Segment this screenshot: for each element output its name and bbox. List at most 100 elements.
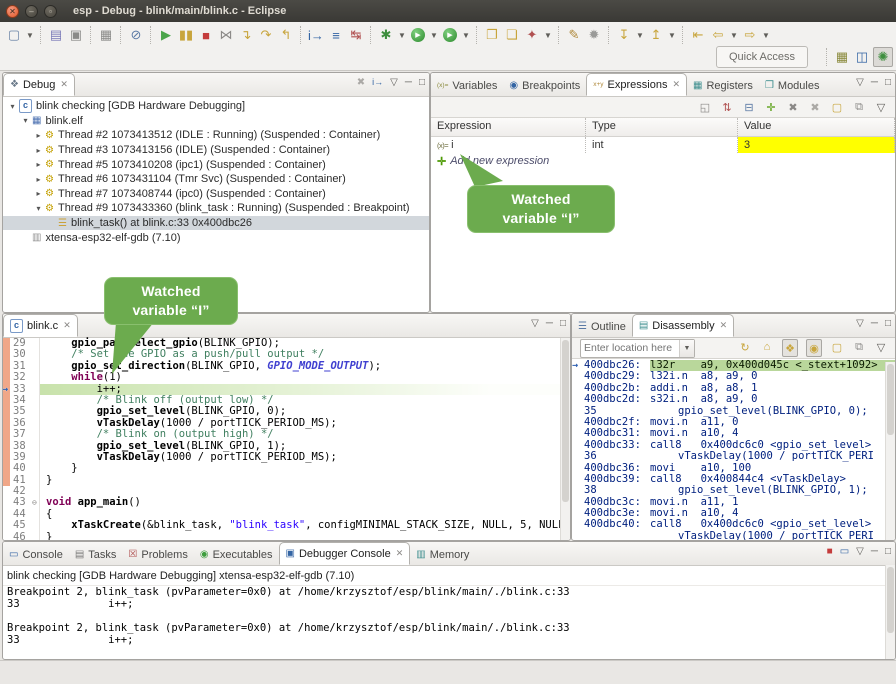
terminate-icon[interactable]: ■ xyxy=(197,26,215,44)
disassembly-scrollbar[interactable] xyxy=(885,362,895,540)
pin-view-icon[interactable]: ⧉ xyxy=(852,99,866,115)
back-dropdown-icon[interactable]: ▼ xyxy=(729,26,739,44)
forward-dropdown-icon[interactable]: ▼ xyxy=(761,26,771,44)
search-icon[interactable]: ✦ xyxy=(523,26,541,44)
step-into-icon[interactable]: ↴ xyxy=(237,26,255,44)
instruction-stepping-toggle-icon[interactable]: i→ xyxy=(372,77,383,88)
annotations-icon[interactable]: ✹ xyxy=(585,26,603,44)
run-dropdown-icon[interactable]: ▼ xyxy=(429,26,439,44)
line-number[interactable]: 40 xyxy=(10,463,40,474)
minimize-view-icon[interactable]: ─ xyxy=(546,318,553,329)
minimize-view-icon[interactable]: ─ xyxy=(405,77,412,88)
maximize-window-icon[interactable]: ▫ xyxy=(44,5,57,18)
code-line[interactable]: 39 vTaskDelay(1000 / portTICK_PERIOD_MS)… xyxy=(3,452,570,463)
back-icon[interactable]: ⇦ xyxy=(709,26,727,44)
location-input[interactable] xyxy=(581,342,679,354)
new-view-icon[interactable]: ▢ xyxy=(830,339,844,355)
location-dropdown-icon[interactable]: ▼ xyxy=(679,340,694,357)
external-tools-dropdown-icon[interactable]: ▼ xyxy=(461,26,471,44)
console-tab-memory[interactable]: ▥Memory xyxy=(410,544,475,565)
expressions-tab-variables[interactable]: (x)=Variables xyxy=(431,75,503,96)
debug-tree-item[interactable]: ▸⚙Thread #7 1073408744 (ipc0) (Suspended… xyxy=(3,187,429,202)
tree-expander-icon[interactable]: ▾ xyxy=(33,204,44,213)
maximize-view-icon[interactable]: □ xyxy=(560,318,566,329)
expressions-tab-modules[interactable]: ❒Modules xyxy=(759,75,826,96)
refresh-icon[interactable]: ↻ xyxy=(738,339,752,355)
code-line[interactable]: 45 xTaskCreate(&blink_task, "blink_task"… xyxy=(3,520,570,531)
minimize-view-icon[interactable]: ─ xyxy=(871,77,878,88)
disassembly-source-line[interactable]: vTaskDelay(1000 / portTICK_PERI xyxy=(572,531,895,541)
view-menu-icon[interactable]: ▽ xyxy=(856,318,864,329)
view-menu-icon[interactable]: ▽ xyxy=(390,77,398,88)
terminate-console-icon[interactable]: ■ xyxy=(827,546,833,557)
forward-icon[interactable]: ⇨ xyxy=(741,26,759,44)
maximize-view-icon[interactable]: □ xyxy=(885,318,891,329)
console-tab-debugger-console[interactable]: ▣Debugger Console✕ xyxy=(279,542,411,565)
line-number[interactable]: 45 xyxy=(10,520,40,531)
instruction-stepping-icon[interactable]: i→ xyxy=(307,26,325,44)
disassembly-line[interactable]: 400dbc2d:s32i.n a8, a9, 0 xyxy=(572,394,895,405)
disassembly-source-line[interactable]: 36vTaskDelay(1000 / portTICK_PERI xyxy=(572,451,895,462)
pin-view-icon[interactable]: ⧉ xyxy=(852,339,866,355)
view-menu-icon[interactable]: ▽ xyxy=(874,339,888,355)
expressions-tab-registers[interactable]: ▦Registers xyxy=(687,75,759,96)
save-icon[interactable]: ▤ xyxy=(47,26,65,44)
code-line[interactable]: 46} xyxy=(3,532,570,541)
remove-expression-icon[interactable]: ✖ xyxy=(786,99,800,115)
debug-tree-item[interactable]: ▥xtensa-esp32-elf-gdb (7.10) xyxy=(3,230,429,245)
disassembly-tab-outline[interactable]: ☰Outline xyxy=(572,316,632,337)
line-number[interactable]: 46 xyxy=(10,532,40,541)
line-number[interactable]: 37 xyxy=(10,429,40,440)
debug-tree-item[interactable]: ▸⚙Thread #3 1073413156 (IDLE) (Suspended… xyxy=(3,143,429,158)
code-line[interactable]: 43 ⊖void app_main() xyxy=(3,497,570,508)
console-scrollbar[interactable] xyxy=(885,565,895,659)
maximize-view-icon[interactable]: □ xyxy=(419,77,425,88)
resume-icon[interactable]: ▶ xyxy=(157,26,175,44)
tree-expander-icon[interactable]: ▸ xyxy=(33,146,44,155)
quick-access-button[interactable]: Quick Access xyxy=(716,46,808,68)
column-value[interactable]: Value xyxy=(738,118,895,136)
tree-expander-icon[interactable]: ▾ xyxy=(20,116,31,125)
debug-tree-item[interactable]: ▾▦blink.elf xyxy=(3,114,429,129)
instruction-pointer-icon[interactable]: → xyxy=(2,384,8,395)
next-annotation-dropdown-icon[interactable]: ▼ xyxy=(635,26,645,44)
view-menu-icon[interactable]: ▽ xyxy=(856,546,864,557)
close-tab-icon[interactable]: ✕ xyxy=(672,79,680,90)
debug-tree-item[interactable]: ▸⚙Thread #6 1073431104 (Tmr Svc) (Suspen… xyxy=(3,172,429,187)
code-line[interactable]: 40 } xyxy=(3,463,570,474)
tree-expander-icon[interactable]: ▸ xyxy=(33,175,44,184)
expressions-tab-breakpoints[interactable]: ◉Breakpoints xyxy=(503,75,586,96)
view-menu-icon[interactable]: ▽ xyxy=(874,99,888,115)
disassembly-source-line[interactable]: 38gpio_set_level(BLINK_GPIO, 1); xyxy=(572,485,895,496)
line-number[interactable]: 32 xyxy=(10,372,40,383)
maximize-view-icon[interactable]: □ xyxy=(885,546,891,557)
debug-tab-debug[interactable]: ❖Debug✕ xyxy=(3,73,75,96)
step-return-icon[interactable]: ↰ xyxy=(277,26,295,44)
maximize-view-icon[interactable]: □ xyxy=(885,77,891,88)
debug-tree-item[interactable]: ▸⚙Thread #2 1073413512 (IDLE : Running) … xyxy=(3,128,429,143)
column-expression[interactable]: Expression xyxy=(431,118,586,136)
external-tools-icon[interactable]: ▶ xyxy=(441,26,459,44)
collapse-all-icon[interactable]: ⊟ xyxy=(742,99,756,115)
show-type-names-icon[interactable]: ◱ xyxy=(698,99,712,115)
add-expression-icon[interactable]: ✛ xyxy=(764,99,778,115)
editor-tab-blink.c[interactable]: cblink.c✕ xyxy=(3,314,78,337)
use-step-filters-icon[interactable]: ↹ xyxy=(347,26,365,44)
search-dropdown-icon[interactable]: ▼ xyxy=(543,26,553,44)
disassembly-code-area[interactable]: →400dbc26:l32r a9, 0x400d045c <_stext+10… xyxy=(572,359,895,541)
disassembly-tab-disassembly[interactable]: ▤Disassembly✕ xyxy=(632,314,734,337)
debug-tree-item[interactable]: ☰blink_task() at blink.c:33 0x400dbc26 xyxy=(3,216,429,231)
console-tab-executables[interactable]: ◉Executables xyxy=(194,544,279,565)
run-icon[interactable]: ▶ xyxy=(409,26,427,44)
expressions-tab-expressions[interactable]: x+yExpressions✕ xyxy=(586,73,687,96)
remove-all-terminated-icon[interactable]: ✖ xyxy=(357,77,365,88)
open-perspective-icon[interactable]: ▦ xyxy=(833,48,851,66)
expression-row[interactable]: (x)=iint3 xyxy=(431,137,895,153)
console-tab-console[interactable]: ▭Console xyxy=(3,544,69,565)
show-logical-structure-icon[interactable]: ⇅ xyxy=(720,99,734,115)
step-over-icon[interactable]: ↷ xyxy=(257,26,275,44)
close-window-icon[interactable]: ✕ xyxy=(6,5,19,18)
view-menu-icon[interactable]: ▽ xyxy=(531,318,539,329)
console-output[interactable]: Breakpoint 2, blink_task (pvParameter=0x… xyxy=(3,586,895,646)
tree-expander-icon[interactable]: ▸ xyxy=(33,131,44,140)
